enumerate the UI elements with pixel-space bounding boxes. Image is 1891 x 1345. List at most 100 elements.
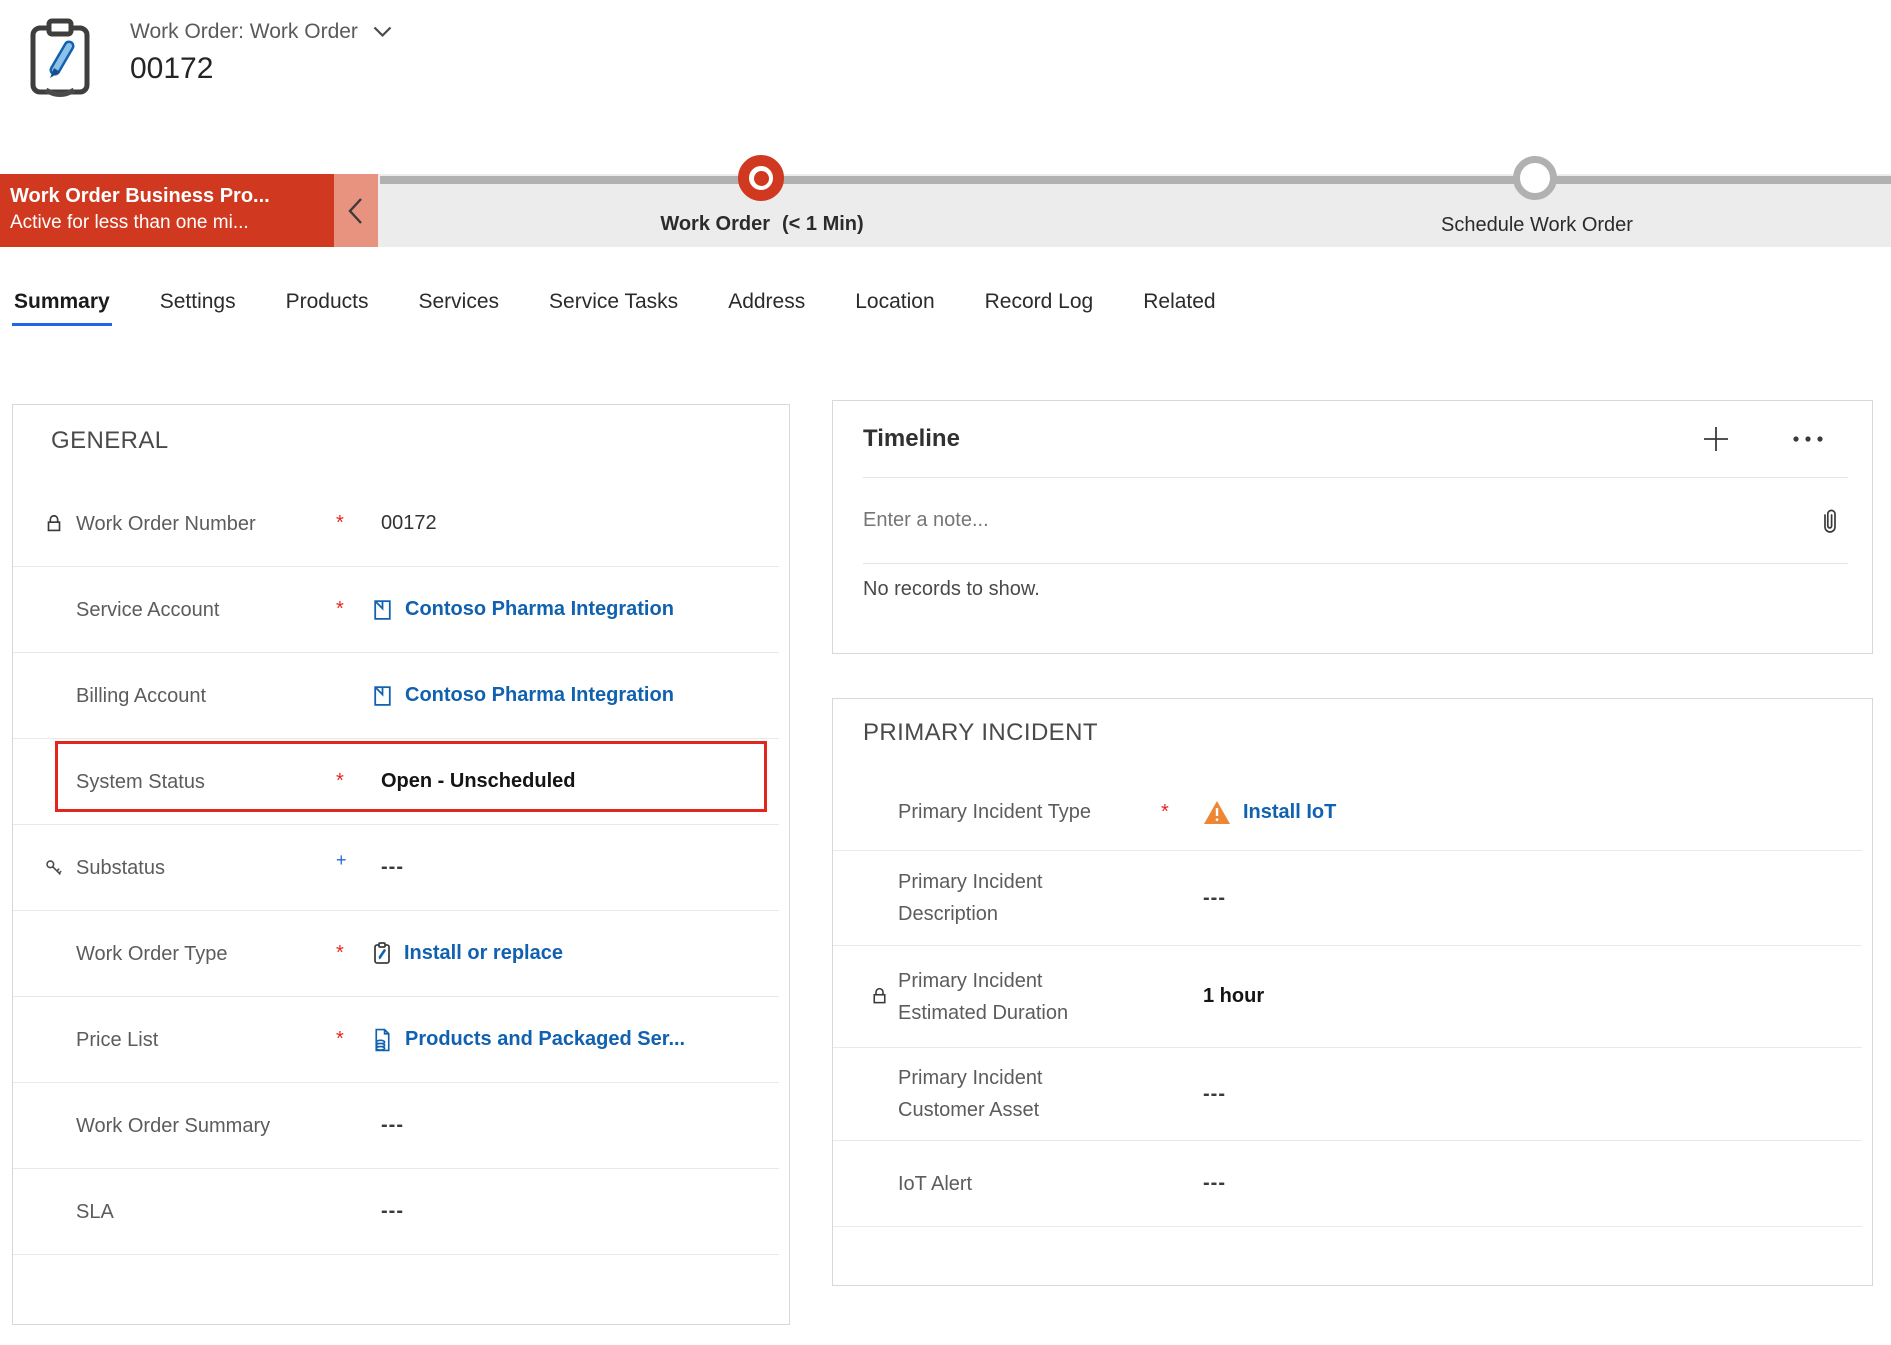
tab-address[interactable]: Address	[726, 286, 807, 326]
active-stage-marker-icon[interactable]	[738, 155, 784, 201]
required-marker: *	[336, 942, 344, 964]
add-timeline-record-button[interactable]	[1700, 423, 1732, 455]
field-label: Work Order Type	[76, 942, 228, 965]
field-label: Price List	[76, 1028, 159, 1051]
field-primary-incident-customer-asset: Primary Incident Customer Asset ---	[833, 1048, 1862, 1141]
field-primary-incident-estimated-duration: Primary Incident Estimated Duration 1 ho…	[833, 946, 1862, 1048]
field-label: Work Order Number	[76, 512, 256, 535]
primary-incident-section-title: PRIMARY INCIDENT	[863, 719, 1098, 746]
sla-value[interactable]: ---	[370, 1200, 404, 1223]
iot-alert-value[interactable]: ---	[1195, 1172, 1226, 1195]
tab-related[interactable]: Related	[1141, 286, 1217, 326]
primary-incident-type-link[interactable]: Install IoT	[1243, 801, 1336, 824]
required-marker: *	[1161, 800, 1169, 823]
work-order-type-text: Install or replace	[404, 942, 563, 964]
work-order-app-icon	[28, 18, 92, 98]
field-sla: SLA ---	[13, 1169, 779, 1255]
field-label: Primary Incident Description	[898, 871, 1043, 925]
billing-account-link[interactable]: Contoso Pharma Integration	[370, 683, 674, 708]
system-status-value[interactable]: Open - Unscheduled	[370, 770, 575, 793]
field-label: Work Order Summary	[76, 1114, 271, 1137]
timeline-section: Timeline Enter a note... No records to s…	[832, 400, 1873, 654]
field-work-order-type: Work Order Type * Install or replace	[13, 911, 779, 997]
primary-incident-description-value[interactable]: ---	[1195, 887, 1226, 910]
field-label: Substatus	[76, 856, 165, 879]
clipboard-pencil-icon	[370, 941, 394, 966]
work-order-summary-value[interactable]: ---	[370, 1114, 404, 1137]
tab-settings[interactable]: Settings	[158, 286, 238, 326]
tab-products[interactable]: Products	[284, 286, 371, 326]
business-process-flow-bar: Work Order Business Pro... Active for le…	[0, 155, 1891, 247]
record-number: 00172	[130, 52, 214, 85]
key-icon	[43, 857, 76, 879]
recommended-marker: +	[336, 850, 347, 870]
price-list-link[interactable]: Products and Packaged Ser...	[370, 1027, 685, 1053]
field-iot-alert: IoT Alert ---	[833, 1141, 1862, 1227]
tab-service-tasks[interactable]: Service Tasks	[547, 286, 680, 326]
chevron-down-icon[interactable]	[372, 21, 394, 43]
field-work-order-number: Work Order Number * 00172	[13, 481, 779, 567]
field-primary-incident-type: Primary Incident Type * Install IoT	[833, 774, 1862, 851]
bpf-connector-line	[380, 176, 1891, 184]
lock-icon	[869, 986, 898, 1007]
service-account-text: Contoso Pharma Integration	[405, 598, 674, 620]
field-substatus: Substatus + ---	[13, 825, 779, 911]
work-order-number-value[interactable]: 00172	[370, 512, 437, 535]
account-icon	[370, 683, 395, 708]
field-price-list: Price List * Products and Packaged Ser..…	[13, 997, 779, 1083]
field-label: SLA	[76, 1200, 114, 1223]
record-header: Work Order: Work Order 00172	[28, 18, 394, 98]
timeline-note-input[interactable]: Enter a note...	[833, 478, 1872, 563]
bpf-process-status: Active for less than one mi...	[10, 212, 249, 233]
primary-incident-estimated-duration-value[interactable]: 1 hour	[1195, 985, 1264, 1008]
tab-record-log[interactable]: Record Log	[983, 286, 1096, 326]
tab-summary[interactable]: Summary	[12, 286, 112, 326]
primary-incident-section: PRIMARY INCIDENT Primary Incident Type *…	[832, 698, 1873, 1286]
bpf-process-name: Work Order Business Pro...	[10, 185, 270, 207]
field-service-account: Service Account * Contoso Pharma Integra…	[13, 567, 779, 653]
field-label: System Status	[76, 770, 205, 793]
timeline-more-commands-button[interactable]	[1792, 423, 1824, 455]
field-label: Service Account	[76, 598, 220, 621]
stage-work-order-label[interactable]: Work Order	[660, 213, 770, 236]
primary-incident-customer-asset-value[interactable]: ---	[1195, 1083, 1226, 1106]
required-marker: *	[336, 598, 344, 620]
future-stage-marker-icon[interactable]	[1513, 156, 1557, 200]
billing-account-text: Contoso Pharma Integration	[405, 684, 674, 706]
warning-icon	[1203, 800, 1231, 825]
bpf-collapse-button[interactable]	[334, 174, 378, 247]
general-section: GENERAL Work Order Number * 00172 Servic…	[12, 404, 790, 1325]
field-label: IoT Alert	[898, 1172, 973, 1195]
field-work-order-summary: Work Order Summary ---	[13, 1083, 779, 1169]
tab-location[interactable]: Location	[853, 286, 936, 326]
required-marker: *	[336, 512, 344, 534]
bpf-process-block[interactable]: Work Order Business Pro... Active for le…	[0, 174, 334, 247]
field-label: Primary Incident Customer Asset	[898, 1067, 1043, 1121]
required-marker: *	[336, 1028, 344, 1050]
field-label: Primary Incident Estimated Duration	[898, 969, 1069, 1024]
price-list-text: Products and Packaged Ser...	[405, 1028, 686, 1050]
bpf-stage-work-order[interactable]: Work Order (< 1 Min)	[660, 155, 864, 235]
lock-icon	[43, 513, 76, 535]
field-primary-incident-description: Primary Incident Description ---	[833, 851, 1862, 946]
required-marker: *	[336, 770, 344, 792]
general-section-title: GENERAL	[51, 427, 169, 454]
note-placeholder: Enter a note...	[863, 509, 989, 531]
paperclip-icon[interactable]	[1814, 505, 1846, 537]
substatus-value[interactable]: ---	[370, 856, 404, 879]
stage-schedule-work-order-label[interactable]: Schedule Work Order	[1441, 214, 1633, 237]
stage-work-order-duration: (< 1 Min)	[782, 213, 864, 235]
price-list-icon	[370, 1027, 395, 1053]
field-billing-account: Billing Account Contoso Pharma Integrati…	[13, 653, 779, 739]
form-tabs: Summary Settings Products Services Servi…	[12, 286, 1218, 326]
chevron-left-icon	[345, 196, 367, 226]
timeline-empty-message: No records to show.	[863, 578, 1040, 600]
timeline-title: Timeline	[863, 425, 960, 452]
bpf-stage-schedule-work-order[interactable]: Schedule Work Order	[1441, 156, 1633, 236]
tab-services[interactable]: Services	[416, 286, 501, 326]
service-account-link[interactable]: Contoso Pharma Integration	[370, 597, 674, 622]
work-order-type-link[interactable]: Install or replace	[370, 941, 563, 966]
record-type-label: Work Order: Work Order	[130, 20, 358, 43]
field-system-status: System Status * Open - Unscheduled	[13, 739, 779, 825]
account-icon	[370, 597, 395, 622]
